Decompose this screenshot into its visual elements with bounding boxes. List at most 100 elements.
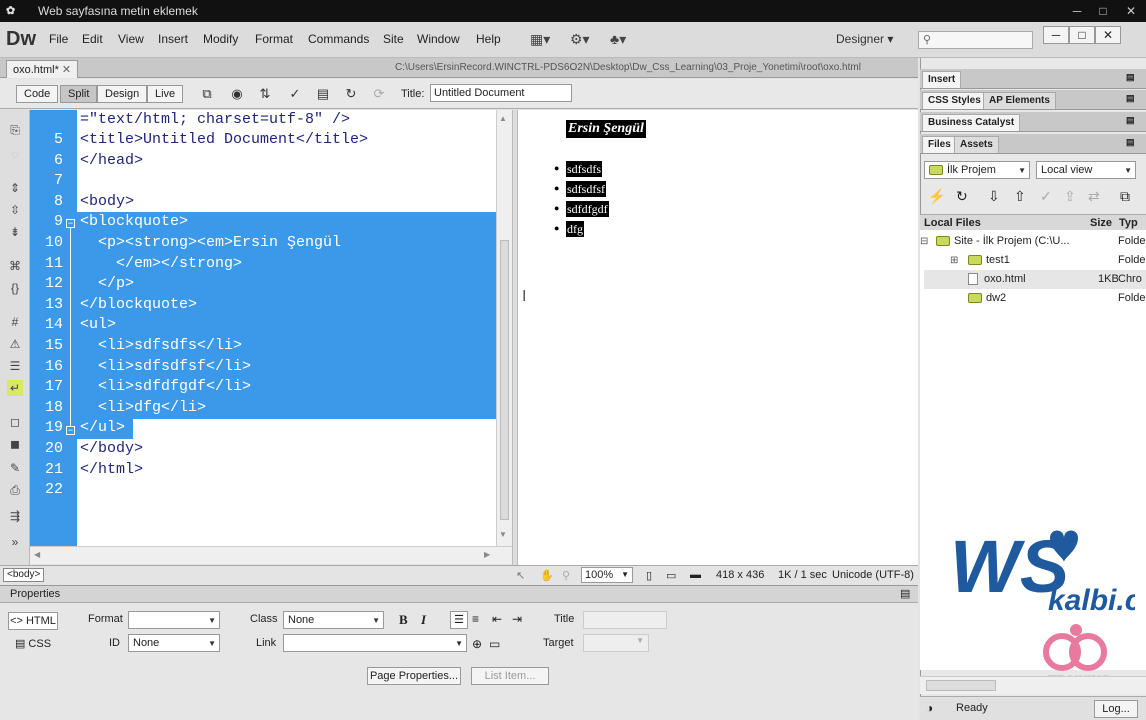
- css-styles-tab[interactable]: CSS Styles: [922, 92, 987, 109]
- panel-menu-icon[interactable]: ▤: [1126, 137, 1135, 148]
- live-view-button[interactable]: Live: [147, 85, 184, 103]
- refresh-files-icon[interactable]: ↻: [956, 188, 968, 205]
- panel-menu-icon[interactable]: ▤: [900, 587, 910, 600]
- insert-panel-header[interactable]: Insert ▤: [920, 69, 1146, 89]
- col-local-files[interactable]: Local Files: [924, 217, 981, 229]
- code-line[interactable]: </blockquote>: [80, 294, 198, 316]
- id-select[interactable]: None: [128, 634, 220, 652]
- ordered-list-icon[interactable]: ≡: [472, 612, 479, 626]
- mobile-size-icon[interactable]: ▯: [646, 569, 652, 582]
- balance-braces-icon[interactable]: {}: [7, 280, 23, 296]
- code-line[interactable]: <li>sdfsdfsf</li>: [80, 356, 252, 378]
- menu-window[interactable]: Window: [416, 32, 461, 46]
- fold-end-marker-icon[interactable]: −: [66, 426, 75, 435]
- assets-tab[interactable]: Assets: [954, 136, 999, 153]
- hand-tool-icon[interactable]: ✋: [540, 569, 554, 582]
- recent-snippets-icon[interactable]: ⎙: [7, 482, 23, 498]
- scroll-thumb[interactable]: [926, 680, 996, 691]
- tablet-size-icon[interactable]: ▭: [666, 569, 676, 582]
- expand-toggle-icon[interactable]: ⊞: [950, 251, 958, 270]
- col-type[interactable]: Typ: [1119, 217, 1138, 229]
- checkin-icon[interactable]: ⇪: [1064, 188, 1076, 205]
- business-catalyst-tab[interactable]: Business Catalyst: [922, 114, 1021, 131]
- page-properties-button[interactable]: Page Properties...: [367, 667, 461, 685]
- document-tab[interactable]: oxo.html* ✕: [6, 60, 79, 78]
- link-input[interactable]: [283, 634, 467, 652]
- code-line[interactable]: <body>: [80, 192, 134, 213]
- log-button[interactable]: Log...: [1094, 700, 1138, 718]
- file-management-icon[interactable]: ⇅: [254, 85, 276, 103]
- gear-icon[interactable]: ⚙▾: [570, 31, 590, 48]
- minimize-button[interactable]: ─: [1066, 3, 1088, 19]
- design-list-item[interactable]: sdfdfgdf: [566, 201, 609, 217]
- file-tree-row[interactable]: ⊞ test1 Folde: [924, 251, 1146, 270]
- desktop-size-icon[interactable]: ▬: [690, 569, 701, 581]
- menu-view[interactable]: View: [117, 32, 145, 46]
- file-tree-row[interactable]: oxo.html 1KB Chro: [924, 270, 1146, 289]
- unordered-list-icon[interactable]: ☰: [450, 611, 468, 629]
- class-select[interactable]: None: [283, 611, 384, 629]
- scroll-thumb[interactable]: [500, 240, 509, 520]
- code-horizontal-scrollbar[interactable]: ◀ ▶: [30, 546, 512, 564]
- line-numbers-icon[interactable]: #: [7, 314, 23, 330]
- html-mode-button[interactable]: <> HTML: [8, 612, 58, 630]
- maximize-button[interactable]: □: [1092, 3, 1114, 19]
- design-list-item[interactable]: sdfsdfsf: [566, 181, 606, 197]
- highlight-invalid-icon[interactable]: ⚠: [7, 336, 23, 352]
- apply-comment-icon[interactable]: ◻: [7, 414, 23, 430]
- file-tree-row[interactable]: dw2 Folde: [924, 289, 1146, 308]
- design-view-button[interactable]: Design: [97, 85, 148, 103]
- browse-folder-icon[interactable]: ▭: [489, 637, 500, 651]
- close-button[interactable]: ✕: [1120, 3, 1142, 19]
- format-select[interactable]: [128, 611, 220, 629]
- extend-icon[interactable]: ♣▾: [610, 31, 626, 48]
- collapse-selection-icon[interactable]: ⇳: [7, 202, 23, 218]
- indent-icon[interactable]: »: [7, 534, 23, 550]
- fold-marker-icon[interactable]: −: [66, 219, 75, 228]
- split-view-button[interactable]: Split: [60, 85, 98, 103]
- doc-close-button[interactable]: ✕: [1095, 26, 1121, 44]
- code-line[interactable]: <ul>: [80, 315, 117, 336]
- move-css-icon[interactable]: ⇶: [7, 508, 23, 524]
- indent-text-icon[interactable]: ⇥: [512, 612, 522, 626]
- document-title-input[interactable]: Untitled Document: [430, 84, 572, 102]
- menu-modify[interactable]: Modify: [202, 32, 239, 46]
- put-files-icon[interactable]: ⇧: [1014, 188, 1026, 205]
- workspace-switcher[interactable]: Designer ▾: [836, 32, 893, 46]
- tag-selector[interactable]: <body>: [3, 568, 45, 582]
- zoom-select[interactable]: 100% ▼: [581, 567, 633, 583]
- design-list-item[interactable]: dfg: [566, 221, 584, 237]
- tab-close-icon[interactable]: ✕: [62, 64, 71, 76]
- file-tree-row[interactable]: ⊟ Site - İlk Projem (C:\U... Folde: [920, 232, 1146, 251]
- preview-icon[interactable]: ◉: [226, 85, 248, 103]
- view-select[interactable]: Local view: [1036, 161, 1136, 179]
- design-list-item[interactable]: sdfsdfs: [566, 161, 603, 177]
- ap-elements-tab[interactable]: AP Elements: [983, 92, 1056, 109]
- expand-all-icon[interactable]: ⇟: [7, 224, 23, 240]
- files-horizontal-scrollbar[interactable]: [920, 676, 1146, 694]
- menu-format[interactable]: Format: [254, 32, 294, 46]
- open-documents-icon[interactable]: ⎘: [7, 122, 23, 138]
- scroll-up-icon[interactable]: ▲: [499, 114, 507, 123]
- italic-button[interactable]: I: [421, 612, 426, 628]
- multiscreen-icon[interactable]: ⧉: [196, 85, 218, 103]
- layout-icon[interactable]: ▦▾: [530, 31, 550, 48]
- panel-menu-icon[interactable]: ▤: [1126, 72, 1135, 83]
- code-line[interactable]: </ul>: [80, 418, 126, 439]
- select-parent-tag-icon[interactable]: ⌘: [7, 258, 23, 274]
- sync-icon[interactable]: ⇄: [1088, 188, 1100, 205]
- code-line[interactable]: <li>sdfdfgdf</li>: [80, 377, 252, 398]
- panel-menu-icon[interactable]: ▤: [1126, 93, 1135, 104]
- expand-toggle-icon[interactable]: ⊟: [920, 232, 928, 251]
- target-select[interactable]: ▼: [583, 634, 649, 652]
- outdent-icon[interactable]: ⇤: [492, 612, 502, 626]
- window-size[interactable]: 418 x 436: [716, 569, 764, 581]
- check-browser-icon[interactable]: ✓: [284, 85, 306, 103]
- code-line[interactable]: <li>sdfsdfs</li>: [80, 336, 243, 357]
- zoom-tool-icon[interactable]: ⚲: [562, 569, 570, 582]
- scroll-down-icon[interactable]: ▼: [499, 530, 507, 539]
- menu-file[interactable]: File: [48, 32, 69, 46]
- code-line[interactable]: <blockquote>: [80, 212, 189, 233]
- doc-minimize-button[interactable]: ─: [1043, 26, 1069, 44]
- insert-tab[interactable]: Insert: [922, 71, 962, 88]
